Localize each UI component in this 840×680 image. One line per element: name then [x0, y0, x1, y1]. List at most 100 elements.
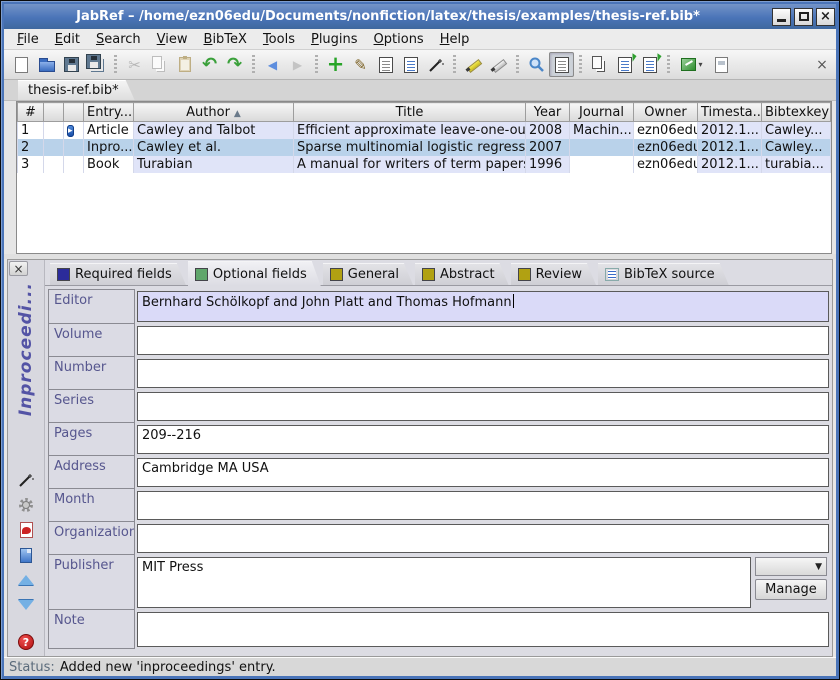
menu-plugins[interactable]: Plugins — [304, 30, 365, 49]
close-button[interactable]: × — [816, 8, 835, 26]
generate-key-button[interactable] — [16, 471, 36, 489]
editor-field[interactable]: Bernhard Schölkopf and John Platt and Th… — [137, 291, 829, 322]
col-entrytype[interactable]: Entry... — [84, 103, 134, 122]
edit-preamble-button[interactable] — [373, 52, 398, 77]
cell-owner[interactable]: ezn06edu — [634, 139, 698, 156]
series-field[interactable] — [137, 392, 829, 421]
cell-author[interactable]: Cawley and Talbot — [134, 122, 294, 139]
cell-title[interactable]: Sparse multinomial logistic regressi... — [294, 139, 526, 156]
cell-title[interactable]: A manual for writers of term papers... — [294, 156, 526, 173]
cell-num[interactable]: 2 — [18, 139, 44, 156]
menu-help[interactable]: Help — [433, 30, 477, 49]
save-database-button[interactable] — [59, 52, 84, 77]
tab-abstract[interactable]: Abstract — [415, 263, 509, 285]
number-field[interactable] — [137, 359, 829, 388]
col-journal[interactable]: Journal — [570, 103, 634, 122]
cell-icon2[interactable] — [64, 156, 84, 173]
dropdown-arrow-icon[interactable]: ▾ — [698, 60, 702, 69]
push-to-application-button[interactable] — [612, 52, 637, 77]
url-icon[interactable]: ▸ — [67, 125, 74, 137]
menu-options[interactable]: Options — [367, 30, 431, 49]
open-file-button[interactable] — [16, 546, 36, 564]
titlebar[interactable]: JabRef – /home/ezn06edu/Documents/nonfic… — [4, 4, 836, 29]
organization-field[interactable] — [137, 524, 829, 553]
tab-general[interactable]: General — [323, 263, 413, 285]
autoset-links-button[interactable] — [16, 496, 36, 514]
open-database-button[interactable] — [34, 52, 59, 77]
col-owner[interactable]: Owner — [634, 103, 698, 122]
mark-entries-button[interactable] — [461, 52, 486, 77]
menu-search[interactable]: Search — [89, 30, 148, 49]
tab-review[interactable]: Review — [511, 263, 596, 285]
duplicate-entry-button[interactable] — [587, 52, 612, 77]
col-author[interactable]: Author▲ — [134, 103, 294, 122]
note-field[interactable] — [137, 612, 829, 647]
cell-journal[interactable]: Machin... — [570, 122, 634, 139]
copy-button[interactable] — [147, 52, 172, 77]
help-button[interactable]: ? — [16, 633, 36, 651]
cell-author[interactable]: Cawley et al. — [134, 139, 294, 156]
cell-icon2[interactable] — [64, 139, 84, 156]
menu-view[interactable]: View — [150, 30, 195, 49]
tab-thesis-ref[interactable]: thesis-ref.bib* — [18, 80, 135, 100]
cell-timestamp[interactable]: 2012.1... — [698, 139, 762, 156]
push-to-application-alt-button[interactable] — [637, 52, 662, 77]
back-button[interactable]: ◀ — [260, 52, 285, 77]
cell-year[interactable]: 2008 — [526, 122, 570, 139]
col-title[interactable]: Title — [294, 103, 526, 122]
cell-timestamp[interactable]: 2012.1... — [698, 122, 762, 139]
col-bibtexkey[interactable]: Bibtexkey — [762, 103, 831, 122]
toolbar-close-icon[interactable]: × — [813, 57, 831, 73]
undo-button[interactable]: ↶ — [197, 52, 222, 77]
forward-button[interactable]: ▶ — [285, 52, 310, 77]
cell-bibtexkey[interactable]: Cawley... — [762, 122, 831, 139]
cell-author[interactable]: Turabian — [134, 156, 294, 173]
publisher-dropdown[interactable]: ▼ — [755, 557, 827, 576]
wizard-button[interactable] — [423, 52, 448, 77]
push-to-lyx-button[interactable]: ▾ — [675, 52, 709, 77]
new-entry-button[interactable]: + — [323, 52, 348, 77]
cell-year[interactable]: 2007 — [526, 139, 570, 156]
col-icon2[interactable] — [64, 103, 84, 122]
redo-button[interactable]: ↷ — [222, 52, 247, 77]
table-row[interactable]: 1 ▸ Article Cawley and Talbot Efficient … — [18, 122, 831, 139]
cell-num[interactable]: 1 — [18, 122, 44, 139]
cut-button[interactable]: ✂ — [122, 52, 147, 77]
open-pdf-button[interactable] — [16, 521, 36, 539]
cell-entrytype[interactable]: Book — [84, 156, 134, 173]
col-num[interactable]: # — [18, 103, 44, 122]
cell-bibtexkey[interactable]: Cawley... — [762, 139, 831, 156]
entry-editor-close-button[interactable]: × — [9, 261, 28, 276]
unmark-entries-button[interactable] — [486, 52, 511, 77]
cell-entrytype[interactable]: Inpro... — [84, 139, 134, 156]
cell-icon2[interactable]: ▸ — [64, 122, 84, 139]
cell-entrytype[interactable]: Article — [84, 122, 134, 139]
cell-title[interactable]: Efficient approximate leave-one-out... — [294, 122, 526, 139]
col-icon1[interactable] — [44, 103, 64, 122]
search-button[interactable] — [524, 52, 549, 77]
next-entry-button[interactable] — [16, 596, 36, 614]
month-field[interactable] — [137, 491, 829, 520]
cell-num[interactable]: 3 — [18, 156, 44, 173]
table-empty-area[interactable] — [17, 173, 831, 254]
manage-button[interactable]: Manage — [755, 579, 827, 600]
cell-icon1[interactable] — [44, 156, 64, 173]
menu-edit[interactable]: Edit — [48, 30, 87, 49]
cell-timestamp[interactable]: 2012.1... — [698, 156, 762, 173]
cell-icon1[interactable] — [44, 139, 64, 156]
previous-entry-button[interactable] — [16, 571, 36, 589]
preview-button[interactable] — [709, 52, 734, 77]
save-all-button[interactable] — [84, 52, 109, 77]
cell-bibtexkey[interactable]: turabia... — [762, 156, 831, 173]
edit-entry-button[interactable]: ✎ — [348, 52, 373, 77]
menu-tools[interactable]: Tools — [256, 30, 302, 49]
menu-bibtex[interactable]: BibTeX — [197, 30, 254, 49]
col-year[interactable]: Year — [526, 103, 570, 122]
cell-owner[interactable]: ezn06edu — [634, 122, 698, 139]
table-row-selected[interactable]: 2 Inpro... Cawley et al. Sparse multinom… — [18, 139, 831, 156]
maximize-button[interactable] — [794, 8, 813, 26]
publisher-field[interactable]: MIT Press — [137, 557, 751, 608]
cell-journal[interactable] — [570, 139, 634, 156]
cell-journal[interactable] — [570, 156, 634, 173]
paste-button[interactable] — [172, 52, 197, 77]
